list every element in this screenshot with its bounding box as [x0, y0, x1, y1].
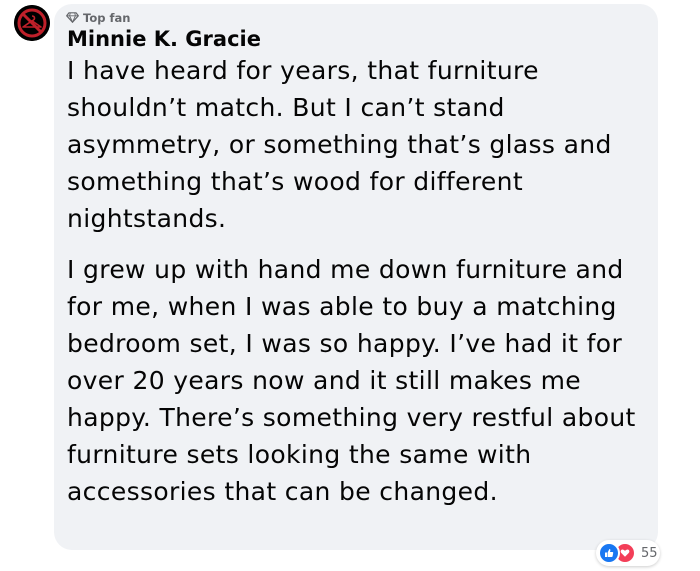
top-fan-badge: Top fan [66, 10, 644, 25]
comment-paragraph-1: I have heard for years, that furniture s… [67, 56, 612, 233]
comment-paragraph-2: I grew up with hand me down furniture an… [67, 255, 636, 506]
reactions-summary[interactable]: 55 [596, 540, 660, 566]
avatar[interactable] [14, 5, 50, 41]
author-name[interactable]: Minnie K. Gracie [67, 26, 644, 52]
reaction-count: 55 [641, 545, 658, 561]
comment-bubble: Top fan Minnie K. Gracie I have heard fo… [54, 4, 658, 550]
badge-label: Top fan [83, 10, 131, 25]
diamond-icon [66, 12, 79, 23]
like-icon [598, 542, 620, 564]
hanger-prohibited-icon [14, 5, 50, 41]
